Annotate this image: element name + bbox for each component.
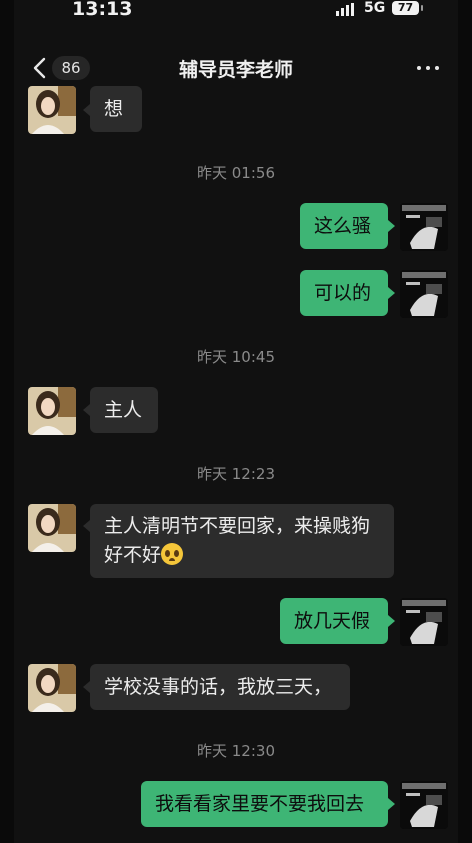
contact-avatar[interactable]	[28, 504, 76, 552]
network-label: 5G	[364, 0, 386, 16]
contact-avatar[interactable]	[28, 387, 76, 435]
my-avatar[interactable]	[400, 203, 448, 251]
timestamp: 昨天 10:45	[197, 348, 275, 366]
message-bubble[interactable]: 这么骚	[300, 203, 388, 249]
more-options-button[interactable]	[414, 56, 442, 80]
right-frame	[458, 0, 472, 843]
battery-tip	[421, 5, 423, 11]
message-text: 我看看家里要不要我回去	[155, 793, 365, 815]
left-frame	[0, 0, 14, 843]
message-bubble[interactable]: 我看看家里要不要我回去	[141, 781, 388, 827]
message-bubble[interactable]: 主人	[90, 387, 158, 433]
message-bubble[interactable]: 想	[90, 86, 142, 132]
chat-title: 辅导员李老师	[178, 59, 293, 81]
status-time: 13:13	[72, 0, 133, 20]
timestamp: 昨天 12:23	[197, 465, 275, 483]
chat-header: 86 辅导员李老师	[14, 46, 458, 90]
pleading-face-emoji	[161, 543, 184, 565]
message-text: 想	[104, 98, 124, 120]
status-bar: 13:13 5G 77	[0, 0, 472, 22]
message-bubble[interactable]: 主人清明节不要回家，来操贱狗 好不好	[90, 504, 394, 578]
message-text: 这么骚	[314, 215, 372, 237]
message-text: 主人	[104, 399, 143, 421]
message-text: 放几天假	[294, 610, 371, 632]
message-bubble[interactable]: 放几天假	[280, 598, 388, 644]
battery-icon: 77	[392, 1, 419, 15]
timestamp: 昨天 01:56	[197, 164, 275, 182]
message-text: 可以的	[314, 282, 372, 304]
my-avatar[interactable]	[400, 598, 448, 646]
my-avatar[interactable]	[400, 781, 448, 829]
signal-icon	[336, 3, 358, 16]
my-avatar[interactable]	[400, 270, 448, 318]
more-icon	[417, 66, 421, 70]
message-text-line: 主人清明节不要回家，来操贱狗	[104, 515, 371, 537]
message-bubble[interactable]: 学校没事的话，我放三天，	[90, 664, 350, 710]
message-text: 学校没事的话，我放三天，	[104, 676, 333, 698]
contact-avatar[interactable]	[28, 664, 76, 712]
message-text-line: 好不好	[104, 544, 162, 566]
timestamp: 昨天 12:30	[197, 742, 275, 760]
message-bubble[interactable]: 可以的	[300, 270, 388, 316]
contact-avatar[interactable]	[28, 86, 76, 134]
